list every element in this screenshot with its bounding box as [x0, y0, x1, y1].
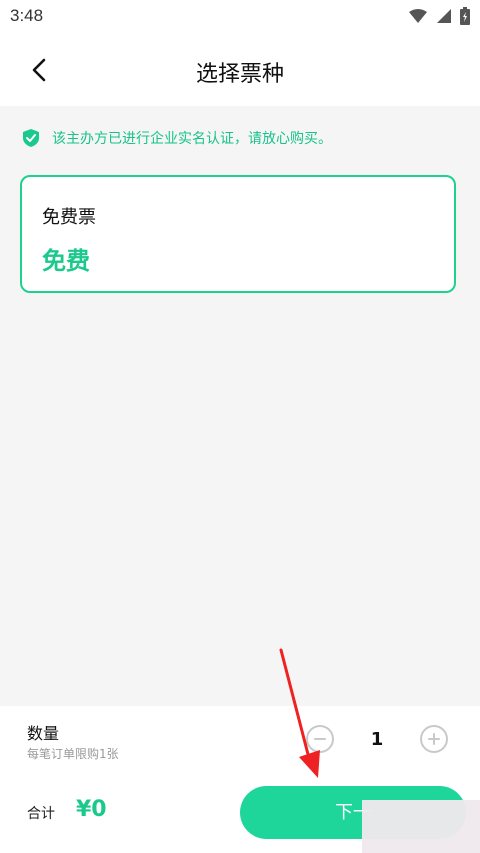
quantity-stepper: 1	[306, 723, 448, 755]
minus-icon	[314, 738, 326, 740]
status-time: 3:48	[10, 6, 44, 25]
watermark-patch	[362, 800, 480, 853]
quantity-limit: 每笔订单限购1张	[27, 747, 119, 761]
quantity-label: 数量	[27, 724, 60, 743]
decrease-button[interactable]	[306, 725, 334, 753]
total-label: 合计	[27, 806, 55, 822]
page-title: 选择票种	[195, 62, 284, 87]
signal-icon	[437, 9, 451, 23]
status-bar: 3:48	[0, 0, 480, 34]
battery-icon	[460, 7, 470, 25]
ticket-price: 免费	[42, 247, 90, 275]
header: 选择票种	[0, 34, 480, 106]
increase-button[interactable]	[420, 725, 448, 753]
verification-notice: 该主办方已进行企业实名认证，请放心购买。	[22, 126, 332, 150]
ticket-option-card[interactable]: 免费票 免费	[20, 175, 456, 293]
ticket-name: 免费票	[42, 207, 96, 228]
status-icons	[408, 6, 470, 26]
total-amount: ¥0	[76, 797, 107, 822]
notice-text: 该主办方已进行企业实名认证，请放心购买。	[52, 131, 332, 147]
wifi-icon	[409, 9, 427, 23]
shield-check-icon	[23, 129, 39, 147]
quantity-value: 1	[370, 728, 384, 750]
plus-icon	[428, 733, 440, 745]
